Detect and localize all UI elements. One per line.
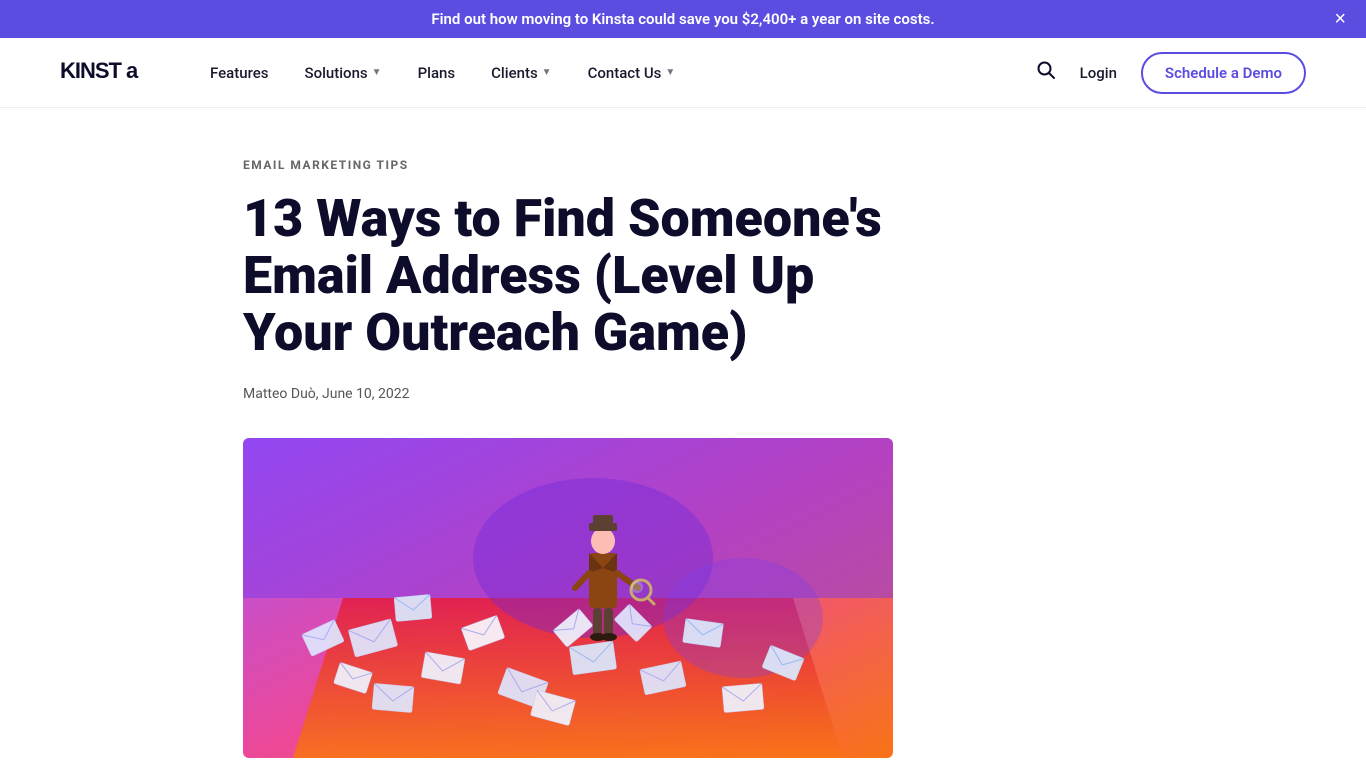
article-title: 13 Ways to Find Someone's Email Address … [243, 190, 923, 362]
banner-close-button[interactable]: × [1334, 9, 1346, 29]
svg-text:KINST: KINST [60, 58, 123, 83]
search-icon[interactable] [1036, 60, 1056, 85]
main-nav: KINST a Features Solutions ▼ Plans Clien… [0, 38, 1366, 108]
hero-image [243, 438, 893, 758]
nav-clients[interactable]: Clients ▼ [491, 64, 551, 82]
top-banner: Find out how moving to Kinsta could save… [0, 0, 1366, 38]
nav-contact-us[interactable]: Contact Us ▼ [588, 64, 676, 82]
main-content: EMAIL MARKETING TIPS 13 Ways to Find Som… [183, 108, 1183, 758]
login-link[interactable]: Login [1080, 64, 1117, 82]
site-logo[interactable]: KINST a [60, 56, 150, 90]
nav-solutions[interactable]: Solutions ▼ [304, 64, 381, 82]
svg-text:a: a [126, 58, 139, 83]
contact-arrow-icon: ▼ [665, 67, 675, 78]
nav-right: Login Schedule a Demo [1036, 52, 1306, 94]
nav-features[interactable]: Features [210, 64, 268, 82]
nav-links: Features Solutions ▼ Plans Clients ▼ Con… [210, 64, 1036, 82]
banner-text: Find out how moving to Kinsta could save… [431, 10, 934, 28]
article-category: EMAIL MARKETING TIPS [243, 158, 1123, 172]
article-meta: Matteo Duò, June 10, 2022 [243, 386, 1123, 402]
nav-plans[interactable]: Plans [418, 64, 456, 82]
schedule-demo-button[interactable]: Schedule a Demo [1141, 52, 1306, 94]
clients-arrow-icon: ▼ [542, 67, 552, 78]
solutions-arrow-icon: ▼ [372, 67, 382, 78]
